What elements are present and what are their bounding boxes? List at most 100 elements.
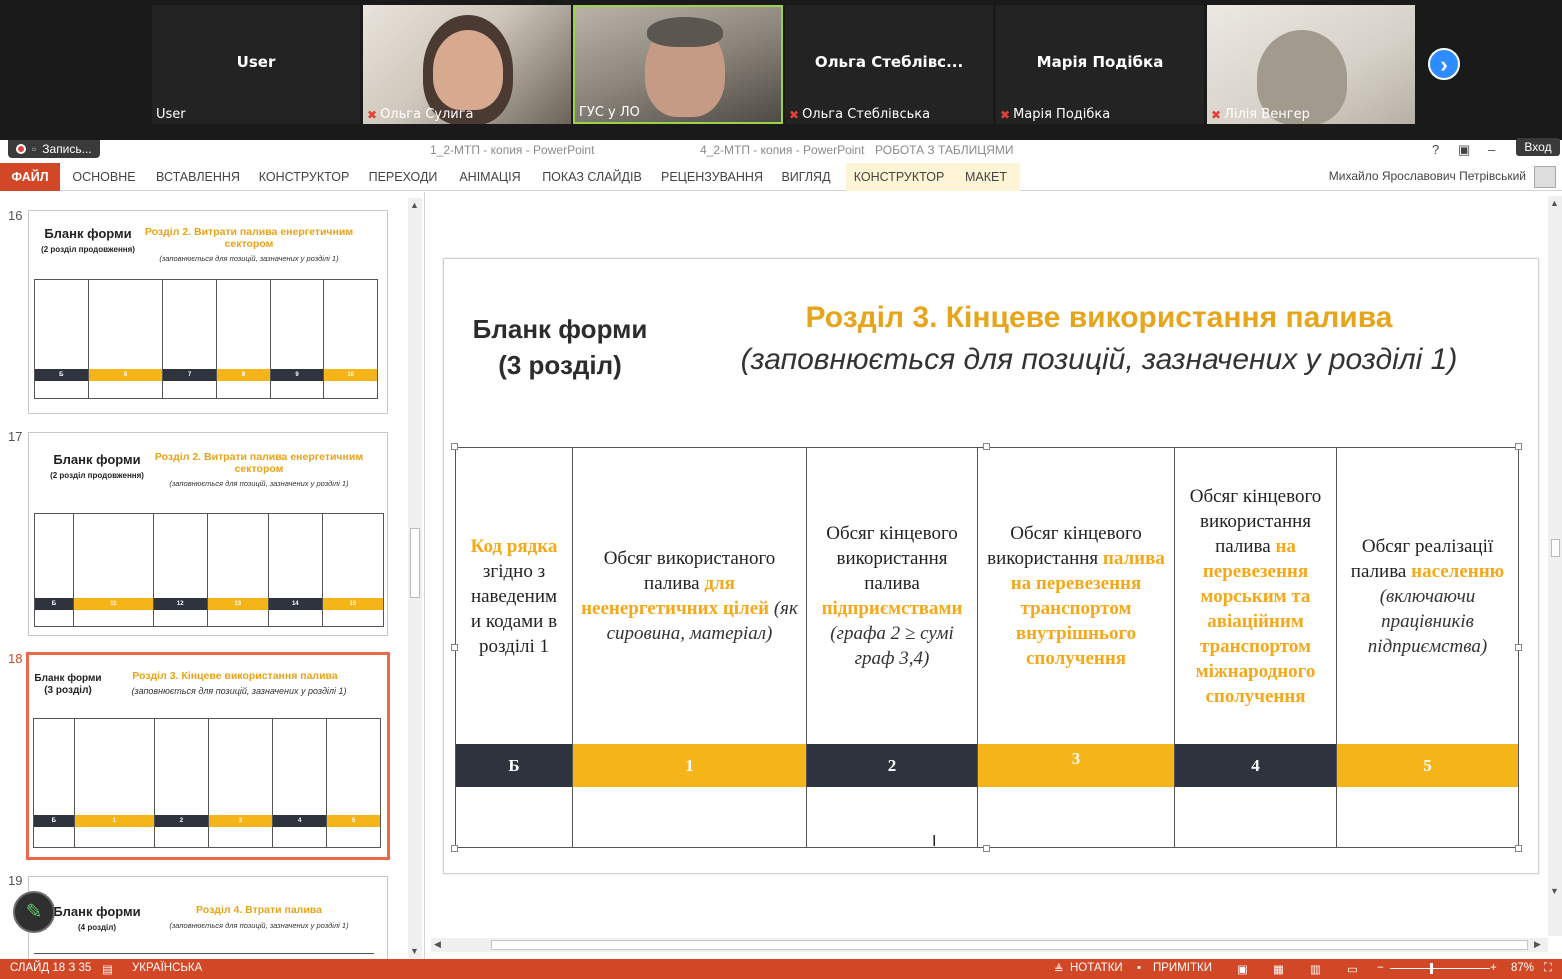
tab-transitions[interactable]: ПЕРЕХОДИ — [362, 163, 444, 191]
slide-thumbnail-19[interactable]: Бланк форми (4 розділ) Розділ 4. Втрати п… — [28, 876, 388, 959]
tab-insert[interactable]: ВСТАВЛЕННЯ — [150, 163, 246, 191]
slide-scrollbar[interactable]: ▲ ▼ — [1548, 196, 1562, 936]
ribbon-display-icon[interactable]: ▣ — [1458, 142, 1470, 158]
tab-table-layout[interactable]: МАКЕТ — [952, 163, 1020, 191]
column-number-cell: 2 — [807, 744, 977, 787]
slide-counter: СЛАЙД 18 З 35 — [10, 962, 92, 974]
notes-button[interactable]: НОТАТКИ — [1070, 962, 1123, 974]
thumbnail-scrollbar[interactable]: ▲ ▼ — [408, 198, 422, 958]
scroll-left-icon[interactable]: ◀ — [434, 939, 441, 950]
scroll-up-icon[interactable]: ▲ — [1550, 198, 1559, 208]
language-indicator[interactable]: УКРАЇНСЬКА — [132, 962, 202, 974]
participant-tile[interactable]: Ольга Стеблівс... ✖ Ольга Стеблівська — [785, 5, 993, 124]
column-number-cell: 3 — [978, 744, 1174, 787]
mic-muted-icon: ✖ — [367, 107, 378, 122]
zoom-in-icon[interactable]: + — [1490, 962, 1497, 974]
comments-button[interactable]: ПРИМІТКИ — [1153, 962, 1212, 974]
scrollbar-thumb[interactable] — [410, 528, 420, 598]
column-header-text: Обсяг кінцевого використання палива на п… — [1183, 484, 1328, 709]
chevron-right-icon: › — [1440, 52, 1448, 77]
table-column[interactable]: Код рядка згідно з наведеним и кодами в … — [456, 448, 573, 847]
selection-handle[interactable] — [983, 443, 990, 450]
participant-tile[interactable]: ГУС у ЛО — [573, 5, 783, 124]
selection-handle[interactable] — [1515, 644, 1522, 651]
form-table[interactable]: Код рядка згідно з наведеним и кодами в … — [455, 447, 1519, 848]
zoom-slider[interactable] — [1390, 968, 1490, 969]
column-header-text: Обсяг кінцевого використання палива підп… — [815, 521, 969, 671]
selection-handle[interactable] — [1515, 845, 1522, 852]
slideshow-icon[interactable]: ▭ — [1347, 962, 1358, 976]
column-header-part: Код рядка — [470, 535, 558, 557]
annotate-pen-button[interactable]: ✎ — [13, 891, 55, 933]
scroll-right-icon[interactable]: ▶ — [1534, 939, 1541, 950]
participant-label: ГУС у ЛО — [579, 105, 640, 120]
thumb-section-title: Розділ 3. Кінцеве використання палива — [132, 670, 338, 682]
table-column[interactable]: Обсяг кінцевого використання палива підп… — [807, 448, 978, 847]
scrollbar-thumb[interactable] — [1551, 539, 1560, 557]
tab-design[interactable]: КОНСТРУКТОР — [254, 163, 354, 191]
selection-handle[interactable] — [1515, 443, 1522, 450]
zoom-slider-knob[interactable] — [1430, 963, 1433, 974]
table-column[interactable]: Обсяг кінцевого використання палива на п… — [978, 448, 1175, 847]
zoom-participant-strip: User User ✖ Ольга Сулига ГУС у ЛО Ольга С… — [0, 0, 1562, 140]
tab-table-design[interactable]: КОНСТРУКТОР — [846, 163, 952, 191]
recording-indicator[interactable]: ▫ Запись... — [8, 140, 100, 158]
spellcheck-icon[interactable]: ▤ — [102, 962, 113, 976]
mic-muted-icon: ✖ — [789, 107, 800, 122]
table-column[interactable]: Обсяг кінцевого використання палива на п… — [1175, 448, 1337, 847]
mic-muted-icon: ✖ — [1211, 107, 1222, 122]
column-header-part: Обсяг кінцевого використання палива — [1189, 485, 1322, 557]
exit-button[interactable]: Вход — [1516, 138, 1560, 156]
table-column[interactable]: Обсяг реалізації палива населенню (включ… — [1337, 448, 1518, 847]
slide-section-title[interactable]: Розділ 3. Кінцеве використання палива — [674, 301, 1524, 335]
slide-section-subtitle[interactable]: (заповнюється для позицій, зазначених у … — [664, 343, 1534, 377]
next-page-button[interactable]: › — [1428, 48, 1460, 80]
normal-view-icon[interactable]: ▣ — [1237, 962, 1248, 976]
participant-tile[interactable]: User User — [152, 5, 360, 124]
participant-label: ✖ Марія Подібка — [1000, 107, 1111, 122]
selection-handle[interactable] — [451, 443, 458, 450]
tab-home[interactable]: ОСНОВНЕ — [66, 163, 142, 191]
table-column[interactable]: Обсяг використаного палива для неенергет… — [573, 448, 807, 847]
horizontal-scrollbar[interactable]: ◀ ▶ — [431, 938, 1548, 952]
zoom-out-icon[interactable]: − — [1377, 962, 1384, 974]
fit-to-window-icon[interactable]: ⛶ — [1544, 962, 1552, 975]
minimize-button[interactable]: – — [1488, 142, 1495, 157]
reading-view-icon[interactable]: ▥ — [1310, 962, 1321, 976]
tab-review[interactable]: РЕЦЕНЗУВАННЯ — [656, 163, 768, 191]
mic-muted-icon: ✖ — [1000, 107, 1011, 122]
thumb-blank-title: Бланк форми (3 розділ) — [34, 673, 102, 696]
scroll-up-icon[interactable]: ▲ — [410, 200, 419, 210]
slide-thumbnail-17[interactable]: Бланк форми (2 розділ продовження) Розділ… — [28, 432, 388, 636]
slide-blank-title[interactable]: Бланк форми (3 розділ) — [458, 311, 662, 383]
participant-label: User — [156, 107, 186, 122]
avatar[interactable] — [1534, 166, 1556, 188]
tab-slideshow[interactable]: ПОКАЗ СЛАЙДІВ — [536, 163, 648, 191]
scroll-down-icon[interactable]: ▼ — [410, 946, 419, 956]
tab-animations[interactable]: АНІМАЦІЯ — [452, 163, 528, 191]
thumb-table: Б 1 2 3 4 5 — [33, 718, 381, 848]
column-header-part: Обсяг використаного палива — [603, 548, 776, 594]
thumb-section-title: Розділ 2. Витрати палива енергетичним се… — [154, 451, 364, 475]
tab-file[interactable]: ФАЙЛ — [0, 163, 60, 191]
participant-tile[interactable]: ✖ Лілія Венгер — [1207, 5, 1415, 124]
selection-handle[interactable] — [983, 845, 990, 852]
zoom-level[interactable]: 87% — [1511, 962, 1534, 974]
selection-handle[interactable] — [451, 644, 458, 651]
scrollbar-thumb[interactable] — [491, 940, 1528, 950]
participant-tile[interactable]: ✖ Ольга Сулига — [363, 5, 571, 124]
account-user-name[interactable]: Михайло Ярославович Петрівський — [1329, 169, 1526, 183]
slide-thumbnail-16[interactable]: Бланк форми (2 розділ продовження) Розділ… — [28, 210, 388, 414]
column-header-text: Код рядка згідно з наведеним и кодами в … — [464, 534, 564, 659]
help-button[interactable]: ? — [1432, 142, 1439, 157]
context-tab-group-label: РОБОТА З ТАБЛИЦЯМИ — [875, 143, 1014, 157]
column-header-text: Обсяг реалізації палива населенню (включ… — [1345, 534, 1510, 659]
tab-view[interactable]: ВИГЛЯД — [776, 163, 836, 191]
selection-handle[interactable] — [451, 845, 458, 852]
slide-thumbnail-panel[interactable]: 16 Бланк форми (2 розділ продовження) Роз… — [0, 192, 425, 959]
scroll-down-icon[interactable]: ▼ — [1550, 886, 1559, 896]
slide-thumbnail-18[interactable]: Бланк форми (3 розділ) Розділ 3. Кінцеве … — [26, 652, 390, 860]
participant-tile[interactable]: Марія Подібка ✖ Марія Подібка — [996, 5, 1204, 124]
column-number-cell: Б — [456, 744, 572, 787]
slide-sorter-icon[interactable]: ▦ — [1273, 962, 1284, 976]
